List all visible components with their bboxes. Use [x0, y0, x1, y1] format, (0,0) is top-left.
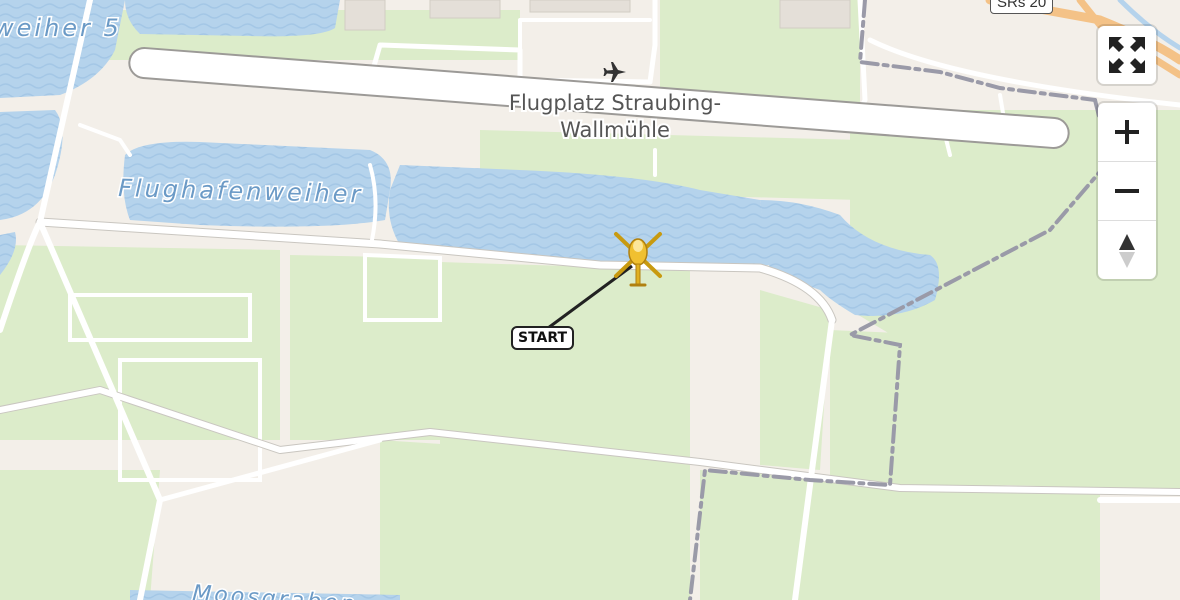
- fullscreen-icon: [1109, 37, 1145, 73]
- start-label: START: [511, 326, 575, 350]
- airport-label-line2: Wallmühle: [560, 118, 670, 142]
- reset-north-button[interactable]: [1098, 220, 1156, 279]
- road-badge-srs20: SRs 20: [990, 0, 1054, 14]
- zoom-in-button[interactable]: [1098, 103, 1156, 161]
- minus-icon: [1115, 189, 1139, 193]
- fullscreen-control: [1098, 26, 1156, 84]
- water-label-weiher5: weiher 5: [0, 14, 122, 42]
- zoom-out-button[interactable]: [1098, 161, 1156, 220]
- map-canvas[interactable]: Flughafenweiher weiher 5 Moosgraben Flug…: [0, 0, 1180, 600]
- airport-label-line1: Flugplatz Straubing-: [509, 91, 721, 115]
- compass-icon: [1119, 234, 1135, 268]
- zoom-controls: [1098, 103, 1156, 279]
- fullscreen-button[interactable]: [1098, 26, 1156, 84]
- plus-icon: [1115, 120, 1139, 144]
